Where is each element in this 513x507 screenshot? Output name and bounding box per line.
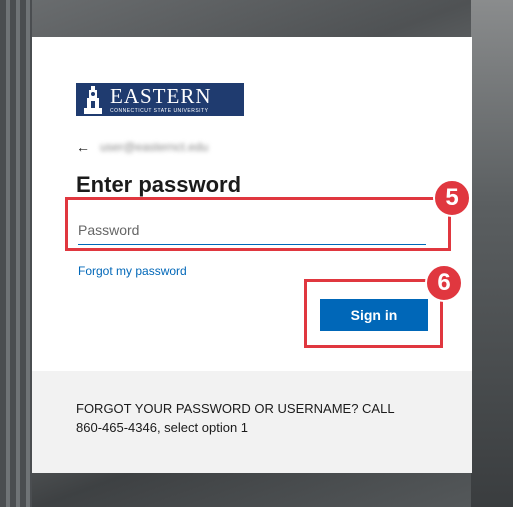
step-badge-signin: 6: [425, 264, 463, 302]
logo-subtitle: CONNECTICUT STATE UNIVERSITY: [110, 107, 209, 114]
account-email: user@easternct.edu: [100, 140, 209, 154]
clock-tower-icon: [82, 85, 104, 114]
password-highlight-box: [65, 197, 451, 251]
identity-row[interactable]: ← user@easternct.edu: [76, 138, 208, 156]
background-scenery-right: [471, 0, 513, 507]
page-title: Enter password: [76, 172, 242, 197]
helpdesk-text: FORGOT YOUR PASSWORD OR USERNAME? CALL 8…: [76, 401, 395, 435]
footer-panel: FORGOT YOUR PASSWORD OR USERNAME? CALL 8…: [32, 371, 472, 473]
university-logo: EASTERN CONNECTICUT STATE UNIVERSITY: [76, 83, 244, 116]
background-scenery-left: [0, 0, 32, 507]
logo-title: EASTERN: [110, 83, 212, 108]
signin-highlight-box: [304, 279, 443, 348]
step-badge-password: 5: [433, 179, 471, 217]
signin-card: EASTERN CONNECTICUT STATE UNIVERSITY ← u…: [32, 37, 472, 473]
back-arrow-icon[interactable]: ←: [76, 139, 90, 155]
forgot-password-link[interactable]: Forgot my password: [78, 264, 187, 278]
